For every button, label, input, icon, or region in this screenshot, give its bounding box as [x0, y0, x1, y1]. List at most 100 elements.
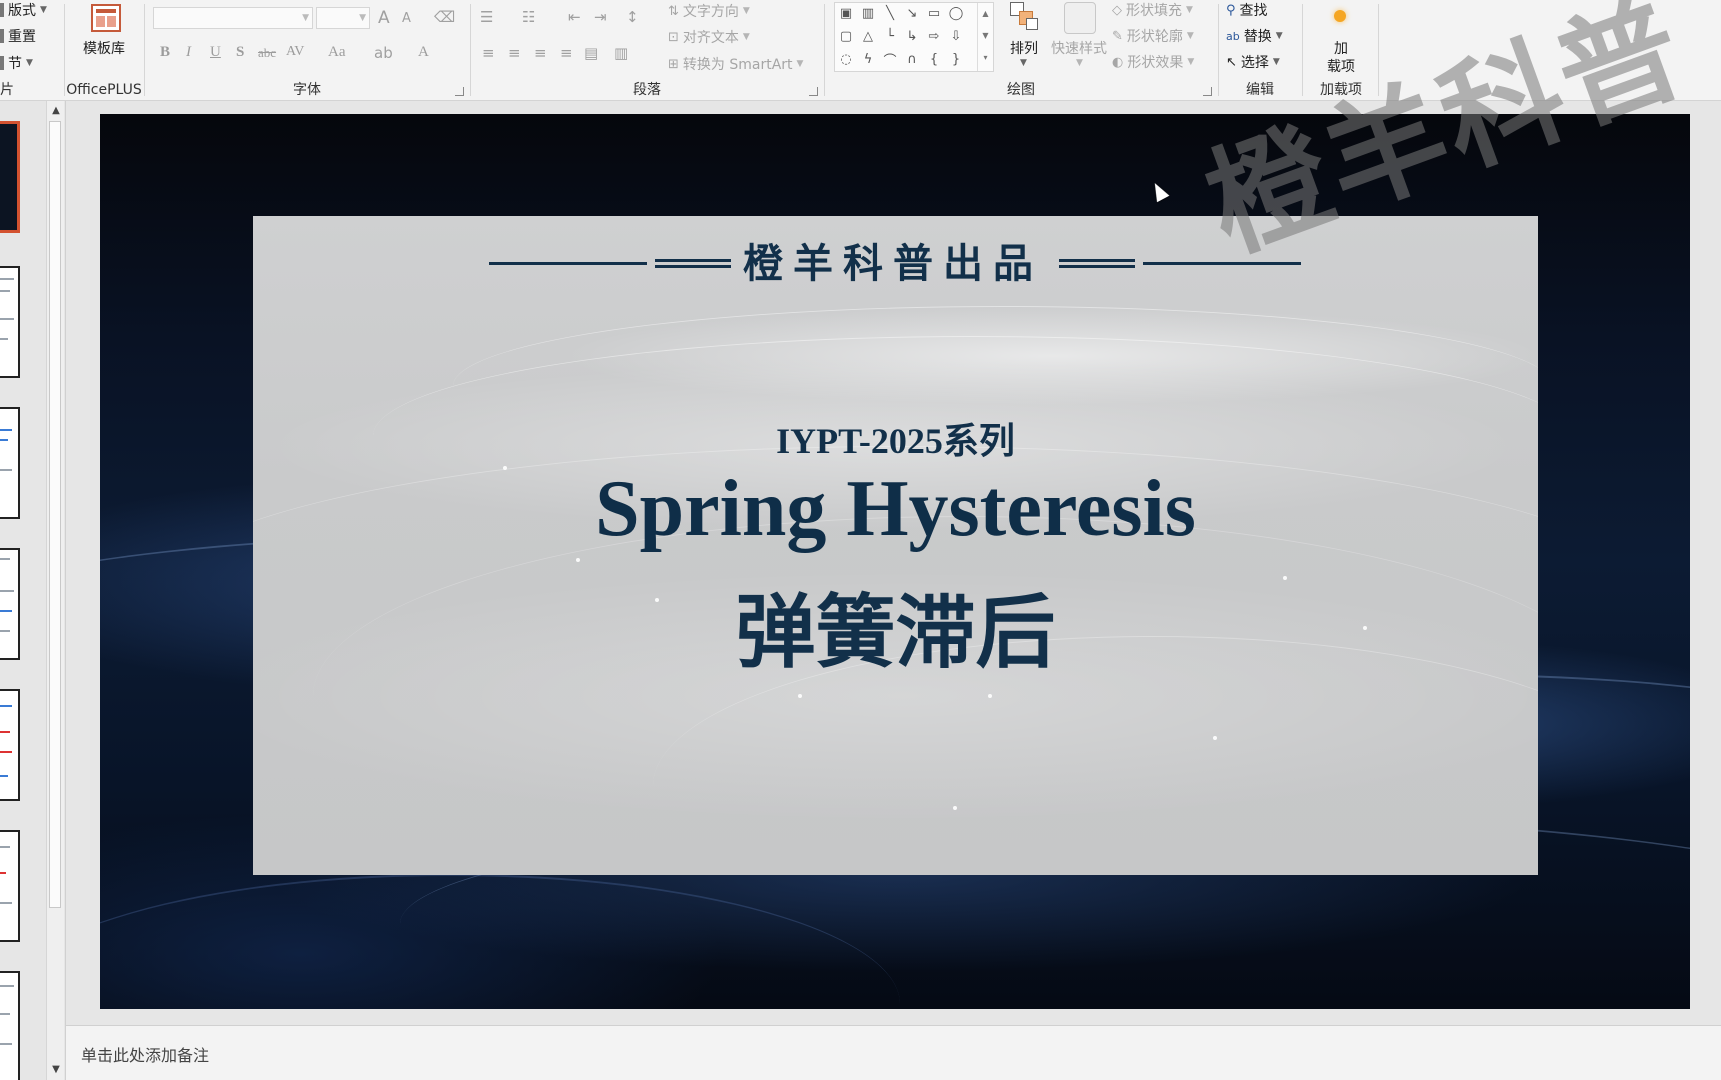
slides-group: 版式 ▼ 重置 节 ▼ 片: [0, 0, 62, 100]
decrease-indent-icon[interactable]: ⇤: [568, 8, 581, 26]
elbow-arrow-icon[interactable]: ↳: [903, 27, 921, 45]
lightning-icon[interactable]: ϟ: [859, 50, 877, 68]
convert-smartart-button[interactable]: ⊞ 转换为 SmartArt ▼: [668, 54, 803, 74]
vertical-textbox-icon[interactable]: ▥: [859, 4, 877, 22]
char-spacing-button[interactable]: AV: [286, 44, 304, 60]
shapes-gallery[interactable]: ▣ ▥ ╲ ↘ ▭ ◯ ▢ △ └ ↳ ⇨ ⇩ ◌ ϟ ⌒ ∩ { } ▲ ▼ ▾: [834, 2, 994, 72]
align-right-icon[interactable]: ≡: [534, 44, 547, 62]
increase-indent-icon[interactable]: ⇥: [594, 8, 607, 26]
layout-label: 版式: [8, 3, 36, 19]
reset-button[interactable]: 重置: [0, 26, 36, 46]
right-brace-icon[interactable]: }: [947, 50, 965, 68]
scrollbar-thumb[interactable]: [49, 121, 61, 908]
font-group-label: 字体: [293, 82, 321, 98]
scroll-down-icon[interactable]: ▼: [47, 1062, 65, 1078]
slide-thumbnail-5[interactable]: [0, 689, 20, 801]
brand-rule-left-thin: [489, 262, 647, 265]
convert-smartart-label: 转换为 SmartArt: [682, 57, 793, 73]
shape-effects-button[interactable]: ◐ 形状效果 ▼: [1112, 52, 1194, 72]
slide-canvas[interactable]: 橙羊科普出品 IYPT-2025系列 Spring Hysteresis 弹簧滞…: [100, 114, 1690, 1009]
line-spacing-icon[interactable]: ↕: [626, 8, 639, 26]
font-dialog-launcher[interactable]: [455, 87, 464, 96]
pen-icon: ✎: [1112, 28, 1123, 44]
highlight-icon[interactable]: ab: [374, 44, 393, 62]
shape-fill-button[interactable]: ◇ 形状填充 ▼: [1112, 0, 1193, 20]
elbow-connector-icon[interactable]: └: [881, 27, 899, 45]
justify-icon[interactable]: ≡: [560, 44, 573, 62]
layout-button[interactable]: 版式 ▼: [0, 0, 47, 20]
slide-thumbnail-1[interactable]: [0, 121, 20, 233]
bold-button[interactable]: B: [160, 44, 170, 61]
section-label: 节: [8, 56, 22, 72]
freeform-icon[interactable]: ◌: [837, 50, 855, 68]
addins-button[interactable]: 加 载项: [1312, 0, 1370, 76]
thumbnail-scrollbar[interactable]: ▲ ▼: [46, 101, 64, 1080]
rounded-rect-icon[interactable]: ▢: [837, 27, 855, 45]
align-center-icon[interactable]: ≡: [508, 44, 521, 62]
arrange-button[interactable]: 排列 ▼: [1002, 0, 1046, 72]
down-arrow-icon[interactable]: ⇩: [947, 27, 965, 45]
gallery-scroll[interactable]: ▲ ▼ ▾: [977, 3, 993, 71]
editing-group-label: 编辑: [1246, 82, 1274, 98]
find-label: 查找: [1239, 3, 1268, 19]
numbering-icon[interactable]: ☷: [522, 8, 535, 26]
title-english[interactable]: Spring Hysteresis: [253, 464, 1538, 554]
quick-styles-button[interactable]: 快速样式 ▼: [1048, 0, 1110, 72]
replace-button[interactable]: ab 替换 ▼: [1226, 26, 1283, 46]
slide-thumbnail-7[interactable]: [0, 971, 20, 1080]
slides-group-label: 片: [0, 82, 14, 98]
template-library-icon: [91, 4, 121, 32]
officeplus-group-label: OfficePLUS: [66, 82, 142, 98]
underline-button[interactable]: U: [210, 44, 221, 61]
left-brace-icon[interactable]: {: [925, 50, 943, 68]
find-button[interactable]: ⚲ 查找: [1226, 0, 1268, 20]
section-button[interactable]: 节 ▼: [0, 53, 33, 73]
distributed-icon[interactable]: ▤: [584, 44, 598, 62]
title-chinese[interactable]: 弹簧滞后: [253, 588, 1538, 678]
drawing-dialog-launcher[interactable]: [1203, 87, 1212, 96]
brand-heading[interactable]: 橙羊科普出品: [253, 242, 1538, 286]
right-arrow-icon[interactable]: ⇨: [925, 27, 943, 45]
scroll-up-icon[interactable]: ▲: [47, 103, 65, 119]
rectangle-icon[interactable]: ▭: [925, 4, 943, 22]
notes-pane[interactable]: 单击此处添加备注: [66, 1025, 1721, 1080]
slide-thumbnail-3[interactable]: [0, 407, 20, 519]
columns-icon[interactable]: ▥: [614, 44, 628, 62]
slide-thumbnail-4[interactable]: [0, 548, 20, 660]
change-case-button[interactable]: Aa: [328, 44, 346, 61]
textbox-icon[interactable]: ▣: [837, 4, 855, 22]
slide-thumbnail-6[interactable]: [0, 830, 20, 942]
line-icon[interactable]: ╲: [881, 4, 899, 22]
series-subtitle[interactable]: IYPT-2025系列: [253, 412, 1538, 464]
font-color-button[interactable]: A: [418, 44, 429, 61]
curve-icon[interactable]: ∩: [903, 50, 921, 68]
strikethrough-button[interactable]: abc: [258, 45, 276, 61]
select-button[interactable]: ↖ 选择 ▼: [1226, 52, 1280, 72]
effects-icon: ◐: [1112, 54, 1124, 70]
align-text-button[interactable]: ⊡ 对齐文本 ▼: [668, 27, 750, 47]
grow-font-button[interactable]: A: [378, 8, 390, 28]
paragraph-dialog-launcher[interactable]: [809, 87, 818, 96]
title-panel[interactable]: 橙羊科普出品 IYPT-2025系列 Spring Hysteresis 弹簧滞…: [253, 216, 1538, 875]
align-text-label: 对齐文本: [682, 30, 739, 46]
oval-icon[interactable]: ◯: [947, 4, 965, 22]
clear-format-icon[interactable]: ⌫: [434, 8, 455, 26]
shape-outline-button[interactable]: ✎ 形状轮廓 ▼: [1112, 26, 1194, 46]
triangle-icon[interactable]: △: [859, 27, 877, 45]
template-library-button[interactable]: 模板库: [74, 2, 134, 60]
text-shadow-button[interactable]: S: [236, 44, 244, 61]
shrink-font-button[interactable]: A: [402, 11, 411, 26]
arrow-line-icon[interactable]: ↘: [903, 4, 921, 22]
replace-label: 替换: [1243, 29, 1272, 45]
font-name-combo[interactable]: ▼: [153, 7, 313, 29]
slide-thumbnail-2[interactable]: [0, 266, 20, 378]
italic-button[interactable]: I: [186, 44, 191, 61]
arc-icon[interactable]: ⌒: [881, 50, 899, 69]
addins-label-line2: 载项: [1327, 59, 1355, 75]
font-size-combo[interactable]: ▼: [316, 7, 370, 29]
align-left-icon[interactable]: ≡: [482, 44, 495, 62]
bullets-icon[interactable]: ☰: [480, 8, 493, 26]
brand-text: 橙羊科普出品: [743, 240, 1043, 287]
text-direction-button[interactable]: ⇅ 文字方向 ▼: [668, 1, 750, 21]
section-icon: [0, 56, 4, 70]
